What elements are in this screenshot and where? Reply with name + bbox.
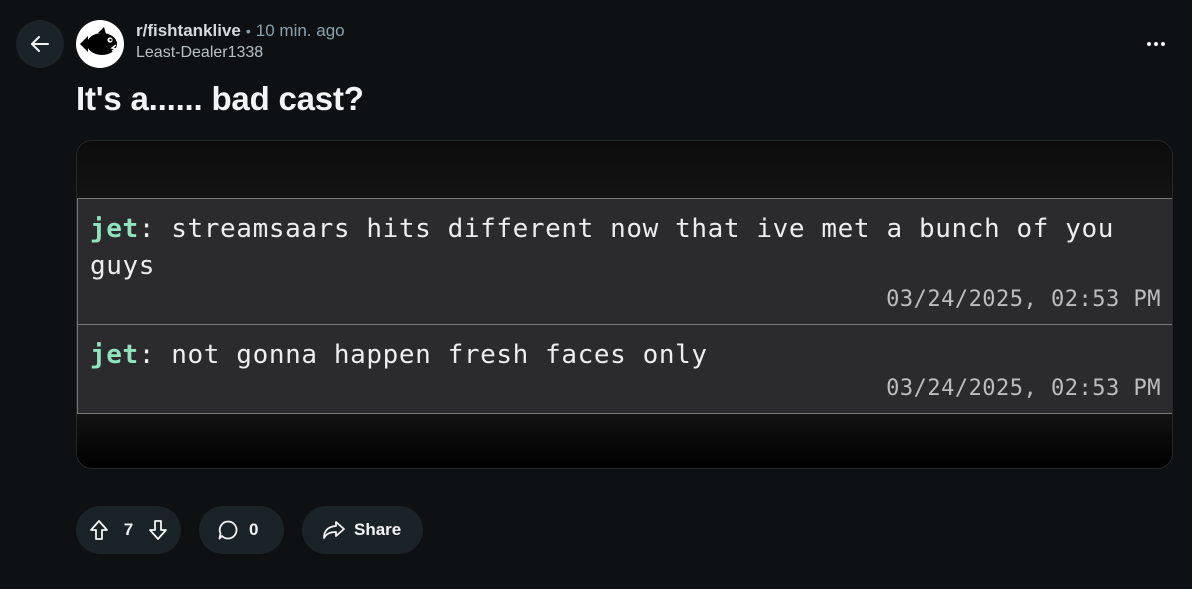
comment-count: 0 xyxy=(249,520,259,539)
meta-separator: • xyxy=(245,22,251,39)
chat-message: jet: not gonna happen fresh faces only 0… xyxy=(77,324,1172,414)
chat-username: jet xyxy=(90,214,139,244)
author-link[interactable]: Least-Dealer1338 xyxy=(136,45,345,61)
comment-bubble-icon xyxy=(217,519,239,541)
post-image[interactable]: jet: streamsaars hits different now that… xyxy=(76,140,1173,469)
arrow-left-icon xyxy=(28,32,52,56)
downvote-arrow-icon[interactable] xyxy=(147,519,169,541)
vote-control: 7 xyxy=(76,506,181,554)
fish-logo-icon xyxy=(80,27,119,55)
subreddit-link[interactable]: r/fishtanklive xyxy=(136,22,241,39)
more-horizontal-icon xyxy=(1146,42,1167,46)
subreddit-avatar[interactable] xyxy=(76,20,124,68)
share-label: Share xyxy=(354,520,402,539)
upvote-arrow-icon[interactable] xyxy=(88,519,110,541)
vote-count: 7 xyxy=(123,520,134,539)
post-meta: r/fishtanklive • 10 min. ago Least-Deale… xyxy=(136,22,345,61)
chat-timestamp: 03/24/2025, 02:53 PM xyxy=(886,287,1161,312)
chat-text: not gonna happen fresh faces only xyxy=(171,340,708,370)
chat-text: streamsaars hits different now that ive … xyxy=(90,214,1114,281)
post-title: It's a...... bad cast? xyxy=(76,80,364,117)
more-options-button[interactable] xyxy=(1136,24,1176,64)
chat-username: jet xyxy=(90,340,139,370)
chat-separator: : xyxy=(138,340,156,370)
share-arrow-icon xyxy=(322,519,346,541)
back-button[interactable] xyxy=(16,20,64,68)
post-actions: 7 0 Share xyxy=(76,506,423,554)
comments-button[interactable]: 0 xyxy=(199,506,284,554)
chat-timestamp: 03/24/2025, 02:53 PM xyxy=(886,376,1161,401)
chat-separator: : xyxy=(138,214,156,244)
post-timestamp: 10 min. ago xyxy=(255,21,345,40)
chat-message: jet: streamsaars hits different now that… xyxy=(77,198,1172,325)
share-button[interactable]: Share xyxy=(302,506,423,554)
